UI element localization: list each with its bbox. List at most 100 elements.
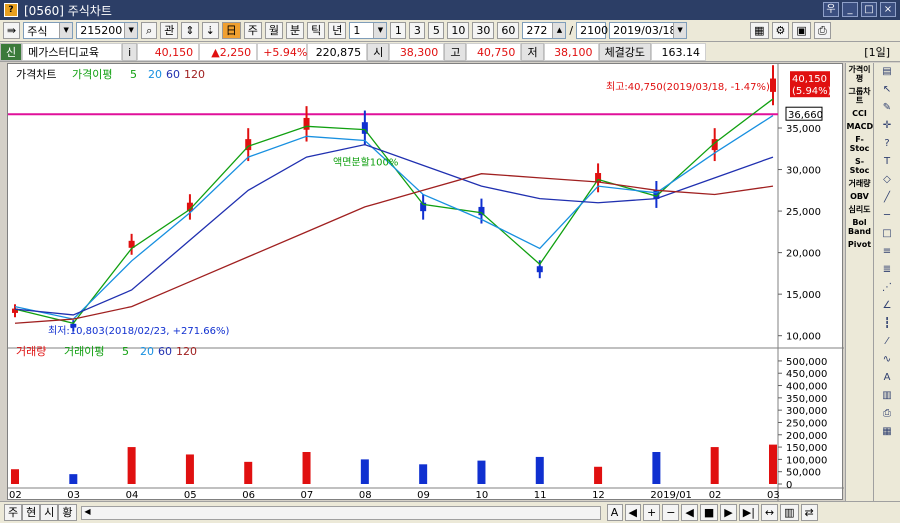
volume-bar [11,469,19,484]
indicator-item[interactable]: 그룹차트 [847,87,873,105]
period-minute[interactable]: 분 [286,22,305,39]
fit-icon[interactable]: ↔ [760,504,779,521]
quick-10[interactable]: 10 [447,22,470,39]
x-tick-label: 11 [534,490,547,501]
price-legend-period: 60 [166,68,180,81]
minimize-button[interactable]: _ [842,2,858,17]
quick-5[interactable]: 5 [428,22,445,39]
stop-icon[interactable]: ■ [699,504,719,521]
layout-icon[interactable]: ▥ [877,389,897,403]
print-icon[interactable]: ⎙ [877,407,897,421]
date-select[interactable]: 2019/03/18 ▼ [609,22,688,39]
spin-updown-icon[interactable]: ⇕ [181,22,199,39]
period-tick[interactable]: 틱 [307,22,326,39]
shape-tool-icon[interactable]: ◇ [877,173,897,187]
chart-setting-icon[interactable]: ▦ [750,22,769,39]
indicator-item[interactable]: OBV [847,192,873,201]
gear-icon[interactable]: ⚙ [771,22,790,39]
compare-icon[interactable]: ⇄ [800,504,818,521]
first-icon[interactable]: ◀ [624,504,641,521]
tab-si[interactable]: 시 [40,504,59,521]
help-icon[interactable]: ? [4,3,18,17]
period-value-select[interactable]: 1 ▼ [349,22,388,39]
quick-30[interactable]: 30 [472,22,495,39]
gann-icon[interactable]: ⋰ [877,281,897,295]
x-tick-label: 03 [67,490,80,501]
save-icon[interactable]: ▣ [792,22,811,39]
line-tool-icon[interactable]: ╱ [877,191,897,205]
pin-button[interactable]: 우 [823,2,839,17]
trend-icon[interactable]: ⁄ [877,335,897,349]
chart-svg[interactable]: 35,000 30,000 25,000 20,000 15,000 10,000 500,… [8,64,844,501]
indicator-item[interactable]: S-Stoc [847,157,873,175]
candle-icon[interactable]: ┇ [877,317,897,331]
angle-tool-icon[interactable]: ∠ [877,299,897,313]
window-arrange-icon[interactable]: ▤ [877,65,897,79]
chevron-down-icon: ▼ [59,23,73,38]
cursor-icon[interactable]: ↖ [877,83,897,97]
question-icon[interactable]: ? [877,137,897,151]
x-tick-label: 04 [126,490,139,501]
quote-bar: 신 메가스터디교육 i 40,150 ▲2,250 +5.94% 220,875… [0,42,900,62]
quick-60[interactable]: 60 [497,22,520,39]
volume-tick-label: 150,000 [786,443,827,454]
indicator-item[interactable]: 가격이평 [847,65,873,83]
info-button[interactable]: i [122,42,138,61]
low-value: 38,100 [543,42,599,61]
period-week[interactable]: 주 [243,22,262,39]
tab-hyun[interactable]: 현 [22,504,41,521]
code-select[interactable]: 215200 ▼ [76,22,139,39]
hline-label: 36,660 [788,110,823,121]
chart-area[interactable]: 35,000 30,000 25,000 20,000 15,000 10,000 500,… [7,63,844,501]
tab-ju[interactable]: 주 [4,504,23,521]
next-icon[interactable]: ▶ [720,504,737,521]
wave-icon[interactable]: ∿ [877,353,897,367]
maximize-button[interactable]: □ [861,2,877,17]
search-icon[interactable]: ⌕ [141,22,158,39]
fibonacci-icon[interactable]: ≣ [877,263,897,277]
indicator-item[interactable]: CCI [847,109,873,118]
prev-icon[interactable]: ◀ [681,504,698,521]
text-tool-icon[interactable]: T [877,155,897,169]
zoom-in-icon[interactable]: A [606,504,623,521]
scroll-left-icon[interactable]: ◀ [82,507,94,519]
print-icon[interactable]: ⎙ [813,22,831,39]
period-month[interactable]: 월 [264,22,284,39]
rect-tool-icon[interactable]: □ [877,227,897,241]
volume-bar [477,460,486,484]
indicator-item[interactable]: F-Stoc [847,135,873,153]
layout-icon[interactable]: ▥ [780,504,799,521]
volume-legend-period: 20 [140,345,154,358]
grid-icon[interactable]: ▦ [877,425,897,439]
zoom-plus-icon[interactable]: + [642,504,661,521]
hline-tool-icon[interactable]: ─ [877,209,897,223]
indicator-item[interactable]: Bol Band [847,218,873,236]
indicator-item[interactable]: 심리도 [847,205,873,214]
auto-icon[interactable]: A [877,371,897,385]
channel-tool-icon[interactable]: ≡ [877,245,897,259]
period-year[interactable]: 년 [328,22,347,39]
count-input[interactable]: 272 ▲ [522,22,567,39]
last-icon[interactable]: ▶| [738,504,759,521]
candle-body [303,117,310,130]
horizontal-scrollbar[interactable]: ◀ [80,505,601,520]
close-button[interactable]: × [880,2,896,17]
crosshair-icon[interactable]: ✛ [877,119,897,133]
indicator-item[interactable]: 거래량 [847,179,873,188]
tab-gwan[interactable]: 관 [160,22,179,39]
tab-hwang[interactable]: 황 [58,504,77,521]
market-select[interactable]: 주식 ▼ [23,22,74,39]
scroll-icon[interactable]: ⇣ [201,22,219,39]
volume-bar [185,454,194,484]
eraser-icon[interactable]: ✎ [877,101,897,115]
strength-label: 체결강도 [598,42,652,61]
indicator-item[interactable]: MACD [847,122,874,131]
quick-1[interactable]: 1 [390,22,407,39]
total-input[interactable]: 2100 [576,22,608,39]
quick-3[interactable]: 3 [409,22,426,39]
zoom-minus-icon[interactable]: − [662,504,680,521]
link-icon[interactable]: ⇛ [3,22,21,39]
price-legend-period: 120 [184,68,205,81]
indicator-item[interactable]: Pivot [847,240,873,249]
day-period-button[interactable]: 日 [221,22,241,39]
